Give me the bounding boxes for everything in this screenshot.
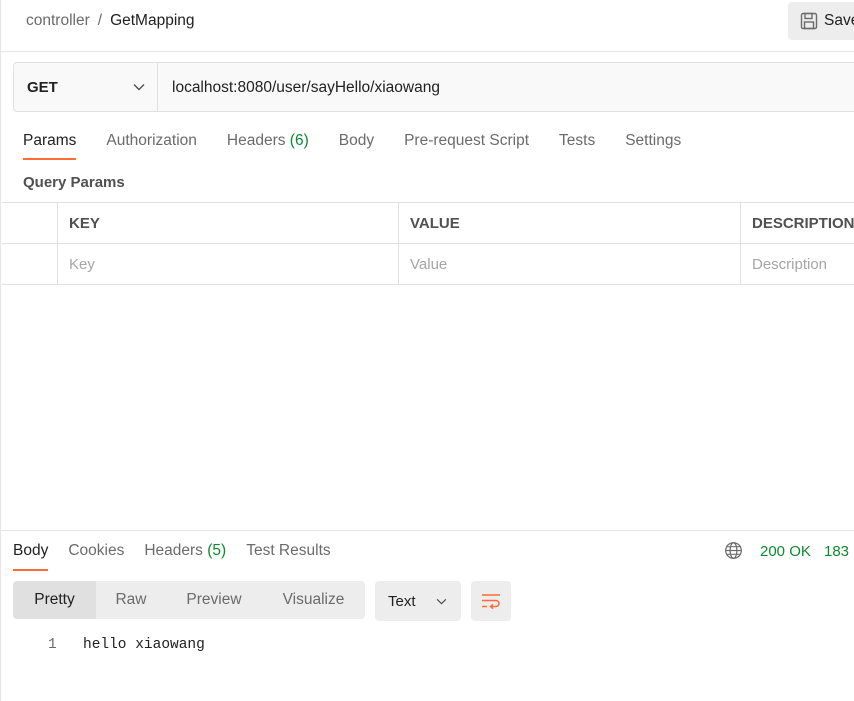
request-tabs: Params Authorization Headers (6) Body Pr… [23, 132, 711, 160]
tab-label: Settings [625, 132, 682, 149]
save-button[interactable]: Save [788, 2, 854, 40]
tab-label: Authorization [106, 132, 197, 149]
method-select[interactable]: GET [14, 63, 158, 111]
response-divider[interactable] [1, 530, 854, 531]
response-view-mode: Pretty Raw Preview Visualize [13, 581, 365, 619]
format-select[interactable]: Text [375, 581, 461, 621]
query-params-title: Query Params [23, 174, 125, 191]
tab-label: Headers [226, 132, 286, 149]
tab-params[interactable]: Params [23, 132, 77, 160]
row-checkbox-cell [2, 244, 58, 284]
url-input[interactable] [158, 63, 854, 113]
response-tab-cookies[interactable]: Cookies [68, 542, 124, 570]
breadcrumb-parent[interactable]: controller [26, 12, 90, 30]
query-params-table: KEY VALUE DESCRIPTION Key Value Descript… [2, 202, 854, 285]
tab-label: Test Results [246, 542, 331, 559]
table-header-row: KEY VALUE DESCRIPTION [2, 203, 854, 244]
view-preview[interactable]: Preview [166, 581, 262, 619]
globe-icon[interactable] [724, 541, 743, 560]
tab-label: Tests [559, 132, 596, 149]
wrap-lines-icon [482, 594, 500, 609]
value-input[interactable]: Value [399, 244, 741, 284]
tab-headers[interactable]: Headers (6) [227, 132, 309, 159]
tab-label: Body [338, 132, 375, 149]
breadcrumb: controller / GetMapping [26, 12, 195, 30]
status-code[interactable]: 200 OK [760, 543, 811, 560]
method-label: GET [27, 78, 58, 96]
tab-count: (6) [289, 132, 309, 149]
view-visualize[interactable]: Visualize [262, 581, 365, 619]
description-input[interactable]: Description [741, 244, 854, 284]
row-select-column [2, 203, 58, 243]
url-bar: GET [13, 62, 854, 113]
tab-label: Headers [144, 542, 203, 559]
response-tab-headers[interactable]: Headers (5) [144, 542, 226, 570]
key-input[interactable]: Key [58, 244, 399, 284]
tab-label: Params [23, 132, 77, 149]
save-icon [800, 12, 818, 30]
table-row: Key Value Description [2, 244, 854, 285]
chevron-down-icon [436, 598, 447, 605]
response-tabs: Body Cookies Headers (5) Test Results [13, 542, 351, 571]
column-header-key: KEY [58, 203, 399, 243]
response-time[interactable]: 183 m [824, 543, 854, 560]
column-header-value: VALUE [399, 203, 741, 243]
tab-pre-request-script[interactable]: Pre-request Script [404, 132, 529, 159]
column-header-description: DESCRIPTION [752, 214, 854, 232]
view-raw[interactable]: Raw [96, 581, 166, 619]
tab-label: Pre-request Script [404, 132, 530, 149]
request-title[interactable]: GetMapping [110, 12, 194, 30]
format-label: Text [388, 592, 416, 610]
save-label: Save [824, 12, 854, 29]
chevron-down-icon [133, 84, 145, 91]
wrap-lines-button[interactable] [471, 581, 511, 621]
tab-label: Cookies [68, 542, 125, 559]
tab-count: (5) [207, 542, 227, 559]
header-divider [1, 51, 854, 52]
response-tab-body[interactable]: Body [13, 542, 49, 571]
tab-label: Body [13, 542, 49, 559]
line-number: 1 [48, 637, 57, 653]
response-body-line[interactable]: hello xiaowang [83, 637, 205, 653]
view-pretty[interactable]: Pretty [13, 581, 96, 619]
tab-settings[interactable]: Settings [625, 132, 681, 159]
response-tab-test-results[interactable]: Test Results [246, 542, 330, 570]
tab-body[interactable]: Body [339, 132, 374, 159]
tab-tests[interactable]: Tests [559, 132, 595, 159]
tab-authorization[interactable]: Authorization [106, 132, 196, 159]
breadcrumb-separator: / [97, 12, 103, 29]
